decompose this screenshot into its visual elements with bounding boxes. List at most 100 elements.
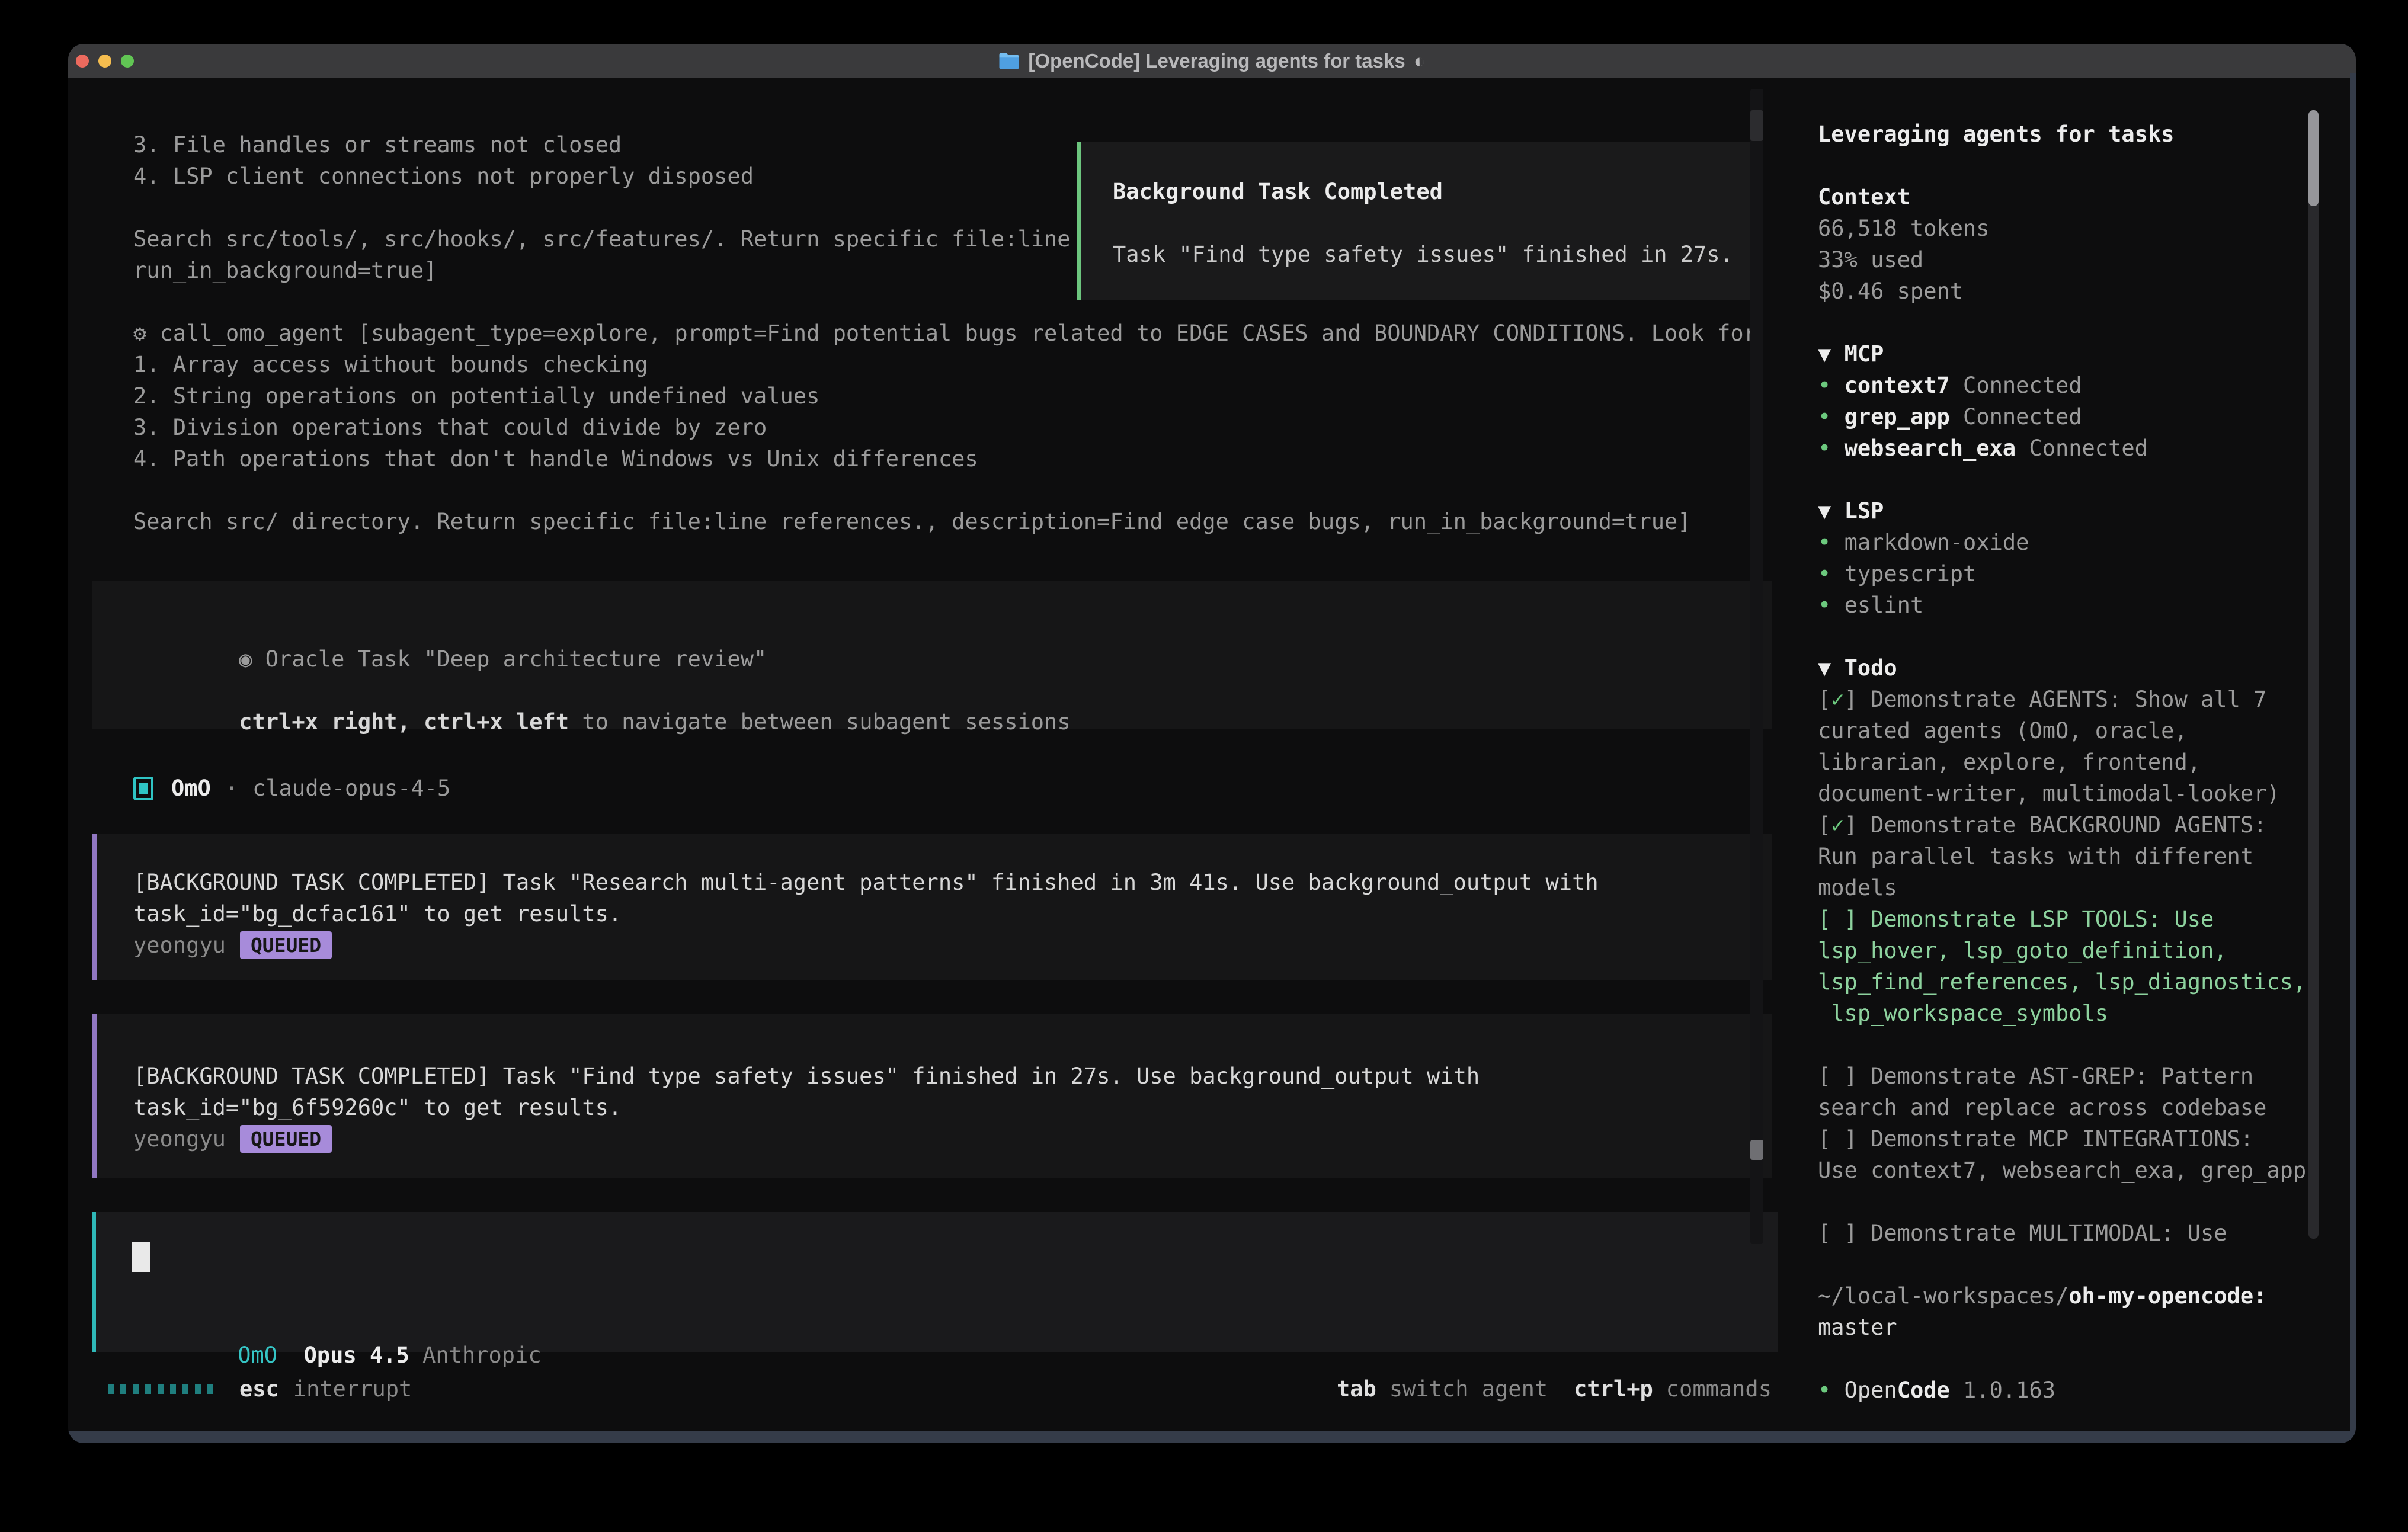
esc-key-label: interrupt — [293, 1376, 412, 1402]
tab-key-label: switch agent — [1389, 1376, 1548, 1402]
text-segment: lsp_workspace_symbols — [1818, 1001, 2108, 1026]
main-scrollbar-thumb[interactable] — [1750, 1140, 1763, 1160]
text-line — [1818, 1186, 2333, 1217]
message-meta: yeongyu QUEUED — [97, 930, 1772, 961]
bullet-icon: • — [1818, 435, 1845, 461]
tab-key-hint: tab — [1337, 1376, 1376, 1402]
text-line: Use context7, websearch_exa, grep_app — [1818, 1155, 2333, 1186]
check-icon: ✓ — [1831, 687, 1844, 712]
text-segment: Search src/tools/, src/hooks/, src/featu… — [133, 226, 1071, 252]
spinner-dots — [108, 1384, 220, 1394]
ctrlp-key-hint: ctrl+p — [1574, 1376, 1653, 1402]
text-line: lsp_workspace_symbols — [1818, 998, 2333, 1029]
mcp-heading: MCP — [1845, 341, 1884, 367]
text-line: 2. String operations on potentially unde… — [133, 380, 1757, 412]
lsp-item-name: eslint — [1845, 592, 1924, 618]
text-segment: [ ] Demonstrate MULTIMODAL: Use — [1818, 1220, 2227, 1246]
close-button[interactable] — [76, 55, 89, 68]
text-line: [✓] Demonstrate BACKGROUND AGENTS: — [1818, 809, 2333, 841]
triangle-down-icon: ▼ — [1818, 341, 1845, 367]
text-line: • markdown-oxide — [1818, 527, 2333, 558]
message-line: task_id="bg_dcfac161" to get results. — [97, 898, 1772, 930]
agent-header: OmO · claude-opus-4-5 — [133, 773, 450, 804]
triangle-down-icon: ▼ — [1818, 498, 1845, 524]
text-line: • eslint — [1818, 589, 2333, 621]
text-line: Run parallel tasks with different — [1818, 841, 2333, 872]
text-segment: 3. Division operations that could divide… — [133, 415, 767, 440]
zoom-button[interactable] — [121, 55, 134, 68]
lsp-item-name: markdown-oxide — [1845, 530, 2029, 555]
text-segment: librarian, explore, frontend, — [1818, 749, 2201, 775]
prompt-input[interactable]: OmO Opus 4.5 Anthropic — [92, 1212, 1778, 1352]
screen: [OpenCode] Leveraging agents for tasks ◐… — [0, 0, 2408, 1532]
app-name: Open — [1845, 1377, 1897, 1403]
text-line: ~/local-workspaces/oh-my-opencode: — [1818, 1280, 2333, 1312]
text-line: 66,518 tokens — [1818, 213, 2333, 244]
window-titlebar: [OpenCode] Leveraging agents for tasks ◐ — [68, 44, 2356, 78]
text-segment: 3. File handles or streams not closed — [133, 132, 622, 158]
text-line: Leveraging agents for tasks — [1818, 118, 2333, 150]
window-frame-right — [2350, 73, 2356, 1443]
bullet-icon: • — [1818, 404, 1845, 430]
triangle-down-icon: ▼ — [1818, 655, 1845, 681]
spinner-dot — [133, 1384, 139, 1394]
text-segment: search and replace across codebase — [1818, 1095, 2266, 1120]
statusbar-left: esc interrupt — [108, 1373, 412, 1405]
text-line: master — [1818, 1312, 2333, 1343]
text-line: document-writer, multimodal-looker) — [1818, 778, 2333, 809]
spinner-dot — [195, 1384, 201, 1394]
text-line: models — [1818, 872, 2333, 903]
text-segment: [ — [1818, 687, 1831, 712]
terminal-window: [OpenCode] Leveraging agents for tasks ◐… — [68, 44, 2356, 1443]
hint-keys: ctrl+x right, ctrl+x left — [239, 709, 569, 735]
background-task-message: [BACKGROUND TASK COMPLETED] Task "Find t… — [92, 1014, 1772, 1178]
agent-name: OmO — [171, 773, 211, 804]
workspace-branch: master — [1818, 1315, 1897, 1340]
text-line — [133, 475, 1757, 506]
esc-key-hint: esc — [239, 1376, 279, 1402]
sidebar-session-title: Leveraging agents for tasks — [1818, 121, 2174, 147]
bullet-icon: • — [1818, 1377, 1845, 1403]
agent-model: claude-opus-4-5 — [252, 773, 450, 804]
text-line: [ ] Demonstrate MCP INTEGRATIONS: — [1818, 1123, 2333, 1155]
mcp-item-name: context7 — [1845, 373, 1950, 398]
text-segment: [ ] Demonstrate LSP TOOLS: Use — [1818, 906, 2214, 932]
main-scrollbar-top-segment[interactable] — [1750, 110, 1763, 141]
text-line: • context7 Connected — [1818, 370, 2333, 401]
text-line — [1818, 464, 2333, 495]
text-line: lsp_hover, lsp_goto_definition, — [1818, 935, 2333, 966]
input-model-row: OmO Opus 4.5 Anthropic — [132, 1308, 542, 1339]
separator-dot: · — [225, 773, 238, 804]
main-scrollbar-track[interactable] — [1750, 89, 1763, 1244]
text-segment: lsp_find_references, lsp_diagnostics, — [1818, 969, 2306, 995]
message-line: task_id="bg_6f59260c" to get results. — [97, 1092, 1772, 1123]
toast-background-task-completed: Background Task Completed Task "Find typ… — [1077, 142, 1756, 300]
statusbar-right: tab switch agent ctrl+p commands — [1337, 1373, 1772, 1405]
text-line: lsp_find_references, lsp_diagnostics, — [1818, 966, 2333, 998]
input-model-name: Opus 4.5 — [304, 1342, 409, 1368]
oracle-hint-line: ctrl+x right, ctrl+x left to navigate be… — [133, 675, 1071, 706]
text-segment: call_omo_agent [subagent_type=explore, p… — [160, 320, 1757, 346]
text-segment: [ ] Demonstrate AST-GREP: Pattern — [1818, 1063, 2253, 1089]
sidebar: Leveraging agents for tasks Context66,51… — [1818, 118, 2333, 1406]
text-segment: document-writer, multimodal-looker) — [1818, 781, 2280, 806]
record-icon: ◉ — [239, 646, 252, 672]
window-title: [OpenCode] Leveraging agents for tasks ◐ — [998, 50, 1425, 72]
text-line: Search src/ directory. Return specific f… — [133, 506, 1757, 537]
text-segment: 1. Array access without bounds checking — [133, 352, 648, 377]
spinner-dot — [170, 1384, 176, 1394]
spinner-dot — [120, 1384, 126, 1394]
bullet-icon: • — [1818, 373, 1845, 398]
workspace-repo: oh-my-opencode: — [2068, 1283, 2266, 1309]
text-line: • typescript — [1818, 558, 2333, 589]
text-segment: [ — [1818, 812, 1831, 838]
context-spent: $0.46 spent — [1818, 278, 1963, 304]
text-line: librarian, explore, frontend, — [1818, 746, 2333, 778]
text-line — [1818, 307, 2333, 338]
spinner-dot — [145, 1384, 151, 1394]
message-meta: yeongyu QUEUED — [97, 1123, 1772, 1155]
spinner-dot — [108, 1384, 114, 1394]
minimize-button[interactable] — [98, 55, 111, 68]
text-line: [✓] Demonstrate AGENTS: Show all 7 — [1818, 684, 2333, 715]
oracle-task-line: ◉ Oracle Task "Deep architecture review" — [133, 612, 767, 643]
